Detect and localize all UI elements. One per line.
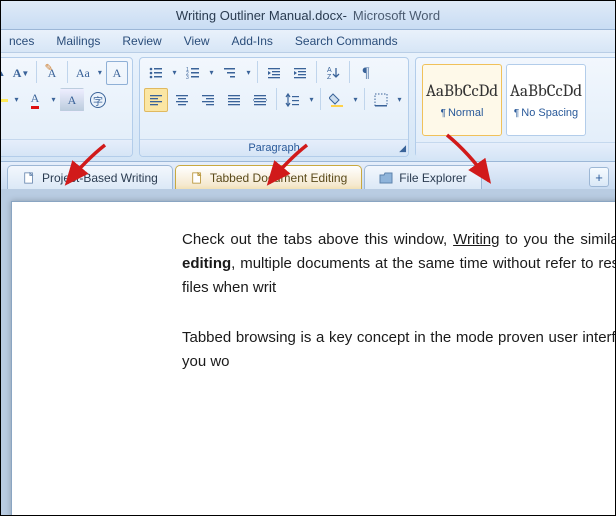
ribbon-tab-strip: nces Mailings Review View Add-Ins Search… (1, 30, 615, 53)
ribbon-tab-view[interactable]: View (184, 34, 210, 48)
change-case-dropdown-icon[interactable]: ▾ (96, 61, 104, 83)
style-name-label: Normal (448, 107, 483, 119)
pilcrow-icon: ¶ (441, 108, 446, 119)
app-name: Microsoft Word (353, 8, 440, 23)
svg-text:3: 3 (186, 75, 189, 81)
multilevel-list-button[interactable] (218, 61, 242, 85)
paragraph-dialog-launcher-icon[interactable]: ◢ (399, 143, 406, 154)
ribbon-tab-references[interactable]: nces (9, 34, 34, 48)
style-normal[interactable]: AaBbCcDd ¶Normal (422, 64, 502, 136)
ribbon-group-paragraph-label: Paragraph (140, 139, 408, 156)
character-border-button[interactable]: A (106, 61, 128, 85)
ribbon-group-font: A▲ A▼ A✎ Aa▾ A ab▾ A▾ A 字 (1, 57, 133, 157)
text-highlight-button[interactable]: ab (1, 88, 10, 112)
style-name-label: No Spacing (521, 107, 578, 119)
clear-formatting-button[interactable]: A✎ (41, 61, 63, 85)
title-bar: Writing Outliner Manual.docx - Microsoft… (1, 1, 615, 30)
svg-text:A: A (327, 67, 332, 74)
ribbon-group-styles-label (416, 142, 615, 159)
align-center-button[interactable] (170, 88, 194, 112)
style-sample: AaBbCcDd (510, 82, 582, 101)
tab-label: Project-Based Writing (42, 171, 158, 185)
ribbon: A▲ A▼ A✎ Aa▾ A ab▾ A▾ A 字 (1, 53, 615, 162)
document-icon (22, 172, 36, 184)
document-page: Check out the tabs above this window, Wr… (11, 201, 615, 515)
distributed-button[interactable] (248, 88, 272, 112)
sort-button[interactable]: AZ (321, 61, 345, 85)
justify-button[interactable] (222, 88, 246, 112)
font-color-button[interactable]: A (23, 88, 47, 112)
bullets-dropdown-icon[interactable]: ▾ (170, 61, 179, 83)
multilevel-dropdown-icon[interactable]: ▾ (244, 61, 253, 83)
document-icon (190, 172, 204, 184)
borders-button[interactable] (369, 88, 393, 112)
line-spacing-button[interactable] (281, 88, 305, 112)
pilcrow-icon: ¶ (514, 108, 519, 119)
style-no-spacing[interactable]: AaBbCcDd ¶No Spacing (506, 64, 586, 136)
document-title: Writing Outliner Manual.docx (176, 8, 343, 23)
ribbon-group-font-label (1, 139, 132, 156)
enclose-characters-button[interactable]: 字 (86, 88, 110, 112)
tab-tabbed-document-editing[interactable]: Tabbed Document Editing (175, 165, 362, 190)
tab-project-based-writing[interactable]: Project-Based Writing (7, 165, 173, 190)
tab-file-explorer[interactable]: File Explorer (364, 165, 481, 190)
style-sample: AaBbCcDd (426, 82, 498, 101)
tab-label: Tabbed Document Editing (210, 171, 347, 185)
shrink-font-button[interactable]: A▼ (10, 61, 32, 85)
align-right-button[interactable] (196, 88, 220, 112)
shading-button[interactable] (325, 88, 349, 112)
show-paragraph-marks-button[interactable]: ¶ (354, 61, 378, 85)
grow-font-button[interactable]: A▲ (1, 61, 8, 85)
borders-dropdown-icon[interactable]: ▾ (395, 88, 404, 110)
title-separator: - (343, 8, 347, 23)
bullets-button[interactable] (144, 61, 168, 85)
document-tab-bar: Project-Based Writing Tabbed Document Ed… (1, 162, 615, 191)
svg-text:Z: Z (327, 74, 332, 81)
align-left-button[interactable] (144, 88, 168, 112)
plus-icon: + (595, 170, 603, 185)
paragraph: Check out the tabs above this window, Wr… (182, 228, 615, 300)
ribbon-tab-search-commands[interactable]: Search Commands (295, 34, 398, 48)
increase-indent-button[interactable] (288, 61, 312, 85)
character-shading-button[interactable]: A (60, 88, 84, 112)
numbering-dropdown-icon[interactable]: ▾ (207, 61, 216, 83)
app-window: Writing Outliner Manual.docx - Microsoft… (0, 0, 616, 516)
ribbon-group-paragraph: ▾ 123▾ ▾ AZ ¶ (139, 57, 409, 157)
underlined-text: Writing (453, 231, 499, 248)
add-tab-button[interactable]: + (589, 167, 609, 187)
ribbon-tab-review[interactable]: Review (122, 34, 161, 48)
folder-icon (379, 172, 393, 184)
tab-label: File Explorer (399, 171, 466, 185)
change-case-button[interactable]: Aa (72, 61, 94, 85)
font-color-dropdown-icon[interactable]: ▾ (49, 88, 58, 110)
document-viewport[interactable]: Check out the tabs above this window, Wr… (1, 189, 615, 515)
paragraph: Tabbed browsing is a key concept in the … (182, 326, 615, 374)
shading-dropdown-icon[interactable]: ▾ (351, 88, 360, 110)
numbering-button[interactable]: 123 (181, 61, 205, 85)
ribbon-tab-mailings[interactable]: Mailings (56, 34, 100, 48)
ribbon-tab-addins[interactable]: Add-Ins (232, 34, 273, 48)
decrease-indent-button[interactable] (262, 61, 286, 85)
line-spacing-dropdown-icon[interactable]: ▾ (307, 88, 316, 110)
text-highlight-dropdown-icon[interactable]: ▾ (12, 88, 21, 110)
ribbon-group-styles: AaBbCcDd ¶Normal AaBbCcDd ¶No Spacing (415, 57, 615, 157)
